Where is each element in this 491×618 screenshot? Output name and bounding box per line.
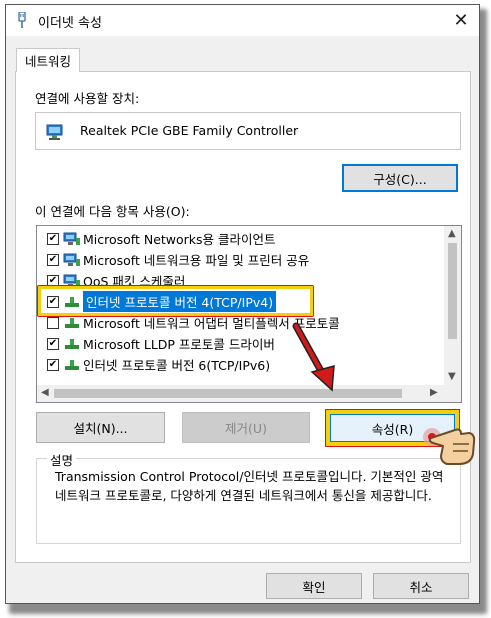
protocol-icon [65,317,79,328]
pointing-hand-icon [423,428,476,465]
list-item-label: Microsoft Networks용 클라이언트 [83,232,276,247]
close-icon: ✕ [453,10,469,31]
vertical-scroll-thumb[interactable] [448,243,457,339]
checkbox[interactable]: ✔ [47,274,59,287]
configure-button-label: 구성(C)... [373,171,427,187]
connect-using-label: 연결에 사용할 장치: [35,91,140,106]
ok-button[interactable]: 확인 [266,573,362,599]
device-field: Realtek PCIe GBE Family Controller [35,112,461,150]
properties-button-label: 속성(R) [371,421,414,437]
description-group: 설명 Transmission Control Protocol/인터넷 프로토… [36,450,461,544]
uninstall-button: 제거(U) [182,412,310,443]
close-button[interactable]: ✕ [443,5,479,36]
ethernet-plug-icon [18,12,26,28]
list-item-label: Microsoft LLDP 프로토콜 드라이버 [83,337,275,352]
protocol-icon [65,359,79,370]
vertical-scrollbar[interactable]: ▲ ▼ [444,226,461,386]
scroll-up-icon[interactable]: ▲ [448,228,456,239]
ipv4-highlight-box [38,286,313,316]
items-label: 이 연결에 다음 항목 사용(O): [35,204,190,219]
checkbox[interactable]: ✔ [47,337,59,350]
cancel-button-label: 취소 [409,579,433,595]
properties-dialog: 이더넷 속성 ✕ 네트워킹 연결에 사용할 장치: Realtek PCIe G… [5,4,480,604]
install-button[interactable]: 설치(N)... [36,412,165,443]
install-button-label: 설치(N)... [73,421,128,436]
checkbox[interactable]: ✔ [47,358,59,371]
title-bar: 이더넷 속성 ✕ [6,5,479,36]
cancel-button[interactable]: 취소 [373,573,469,599]
list-item[interactable]: ✔ 인터넷 프로토콜 버전 6(TCP/IPv6) [37,354,270,375]
scroll-left-icon[interactable]: ◀ [41,387,49,398]
window-title: 이더넷 속성 [38,16,102,31]
description-text: Transmission Control Protocol/인터넷 프로토콜입니… [55,469,444,503]
network-client-icon [63,253,80,266]
tab-networking-label: 네트워킹 [24,54,71,69]
network-adapter-icon [46,124,63,140]
list-item[interactable]: ✔ Microsoft Networks용 클라이언트 [37,228,276,249]
checkbox[interactable] [47,316,59,329]
protocol-icon [65,338,79,349]
list-item-label: 인터넷 프로토콜 버전 6(TCP/IPv6) [83,358,271,373]
horizontal-scrollbar[interactable]: ◀ ▶ [37,385,446,402]
uninstall-button-label: 제거(U) [225,421,267,436]
list-item[interactable]: ✔ Microsoft LLDP 프로토콜 드라이버 [37,333,275,354]
checkbox[interactable]: ✔ [47,232,59,245]
scrollbar-corner [444,385,461,402]
device-name: Realtek PCIe GBE Family Controller [80,123,299,138]
checkbox[interactable]: ✔ [47,253,59,266]
network-client-icon [63,232,80,245]
ok-button-label: 확인 [302,579,326,595]
tab-networking[interactable]: 네트워킹 [16,48,80,72]
list-item[interactable]: ✔ Microsoft 네트워크용 파일 및 프린터 공유 [37,249,309,270]
list-item-label: Microsoft 네트워크용 파일 및 프린터 공유 [83,253,310,268]
annotation-arrow-icon [292,322,335,392]
networking-panel: 연결에 사용할 장치: Realtek PCIe GBE Family Cont… [15,71,471,563]
configure-button[interactable]: 구성(C)... [342,164,458,192]
scroll-right-icon[interactable]: ▶ [430,387,438,398]
scroll-down-icon[interactable]: ▼ [448,371,456,382]
